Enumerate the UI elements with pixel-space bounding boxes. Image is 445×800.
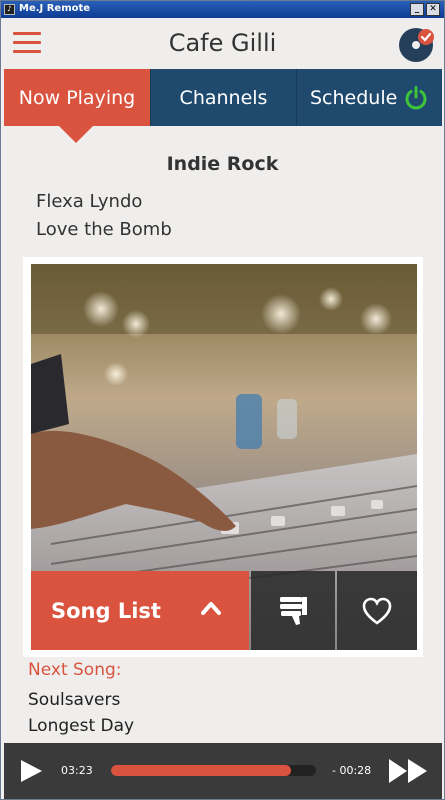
power-icon[interactable] (403, 85, 429, 111)
active-tab-pointer (59, 126, 93, 143)
tab-label: Schedule (310, 86, 398, 109)
window-title: Me.J Remote (19, 3, 91, 14)
like-button[interactable] (337, 571, 417, 650)
tab-schedule[interactable]: Schedule (296, 69, 442, 126)
close-button[interactable]: ✕ (426, 3, 440, 16)
chevron-up-icon (201, 602, 221, 615)
fast-forward-icon[interactable] (387, 757, 429, 785)
player-bar: 03:23 - 00:28 (4, 743, 442, 799)
play-icon[interactable] (18, 758, 44, 784)
dislike-button[interactable] (251, 571, 335, 650)
next-artist: Soulsavers (28, 690, 121, 710)
remaining-time: - 00:28 (332, 764, 372, 777)
main-tabs: Now Playing Channels Schedule (4, 69, 442, 126)
track-actions: Song List (31, 571, 417, 650)
window-titlebar: ♪ Me.J Remote _ ✕ (1, 1, 444, 18)
genre-title: Indie Rock (166, 153, 279, 175)
heart-icon (362, 597, 392, 625)
next-track: Longest Day (28, 716, 135, 736)
tab-now-playing[interactable]: Now Playing (4, 69, 150, 126)
tab-label: Channels (179, 86, 268, 109)
current-artist: Flexa Lyndo (36, 191, 143, 212)
elapsed-time: 03:23 (61, 764, 93, 777)
progress-fill (111, 765, 292, 776)
tab-label: Now Playing (18, 86, 136, 109)
app-window: ♪ Me.J Remote _ ✕ Cafe Gilli Now Playing… (0, 0, 445, 800)
song-list-button[interactable]: Song List (31, 571, 249, 650)
app-header: Cafe Gilli (1, 18, 444, 69)
next-song-label: Next Song: (28, 660, 122, 680)
tab-channels[interactable]: Channels (150, 69, 296, 126)
minimize-button[interactable]: _ (410, 3, 424, 16)
vinyl-check-icon[interactable] (397, 24, 437, 64)
thumbs-down-icon (280, 596, 307, 625)
app-icon: ♪ (4, 4, 15, 15)
current-track: Love the Bomb (36, 219, 172, 240)
album-art-frame: Song List (23, 257, 423, 657)
venue-title: Cafe Gilli (168, 29, 277, 57)
playback-progress[interactable] (111, 765, 316, 776)
song-list-label: Song List (51, 598, 161, 623)
